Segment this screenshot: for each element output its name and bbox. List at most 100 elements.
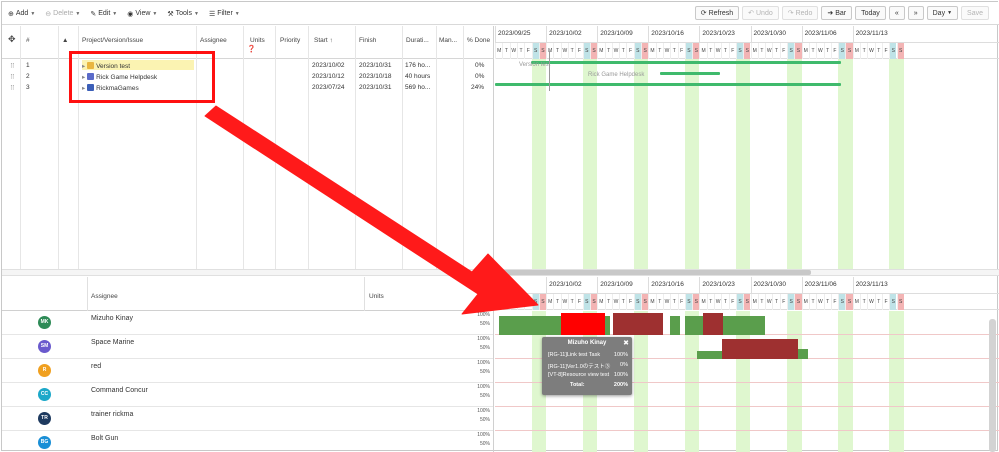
week-label: 2023/10/30 <box>753 30 787 37</box>
redo-button[interactable]: ↷ Redo <box>781 6 819 20</box>
col-done[interactable]: % Done <box>467 37 490 44</box>
tooltip-line: [RG-11]Link test Task 100% <box>548 352 628 358</box>
load-bar[interactable] <box>762 339 798 359</box>
tools-label: Tools <box>175 10 192 17</box>
gantt-chart[interactable]: 2023/09/25 2023/10/02 2023/10/09 2023/10/16… <box>495 26 999 269</box>
undo-icon: ↶ <box>748 10 754 17</box>
week-divider <box>852 277 854 294</box>
tooltip-total-value: 200% <box>613 382 628 388</box>
day-cell: M <box>801 294 809 310</box>
help-icon[interactable]: ❓ <box>247 45 256 53</box>
filter-menu-button[interactable]: ☰ Filter ▼ <box>209 7 240 20</box>
refresh-button[interactable]: ⟳ Refresh <box>694 6 740 20</box>
undo-button[interactable]: ↶ Undo <box>742 6 779 20</box>
resource-row[interactable]: Rred 100% 50% <box>2 359 493 383</box>
zoom-select[interactable]: Day ▼ <box>926 6 959 20</box>
avatar: MK <box>38 316 51 329</box>
day-cell: S <box>889 294 897 310</box>
resource-row[interactable]: CC Command Concur 100% 50% <box>2 383 493 407</box>
day-cell: T <box>706 294 714 310</box>
tools-menu-button[interactable]: ⚒ Tools ▼ <box>167 7 199 20</box>
day-cell: F <box>728 43 736 59</box>
prev-button[interactable]: « <box>888 6 905 20</box>
drag-handle-icon[interactable]: ⠿ <box>10 62 15 70</box>
day-cell: T <box>860 43 867 59</box>
refresh-label: Refresh <box>708 9 734 17</box>
drag-handle-icon[interactable]: ⠿ <box>10 73 15 81</box>
load-bar[interactable] <box>697 351 722 359</box>
weekend-column <box>735 59 751 269</box>
col-duration[interactable]: Durati... <box>406 37 429 44</box>
day-cell: T <box>502 294 509 310</box>
edit-menu-button[interactable]: ✎ Edit ▼ <box>90 7 117 20</box>
bar-button[interactable]: ➜ Bar <box>821 6 853 20</box>
col-start[interactable]: Start ↑ <box>314 37 333 44</box>
drag-handle-icon[interactable]: ⠿ <box>10 84 15 92</box>
col-manual[interactable]: Man... <box>439 37 457 44</box>
helpdesk-bar[interactable] <box>660 72 720 75</box>
view-menu-button[interactable]: ◉ View ▼ <box>127 7 157 20</box>
load-bar[interactable] <box>605 316 610 335</box>
avatar: BG <box>38 436 51 449</box>
redo-icon: ↷ <box>787 10 794 17</box>
day-cell: T <box>757 43 765 59</box>
col-units[interactable]: Units <box>250 37 265 44</box>
week-label: 2023/10/23 <box>702 281 735 288</box>
avatar: TR <box>38 412 51 425</box>
day-cell: T <box>568 43 575 59</box>
weekend-column <box>838 59 853 269</box>
col-finish[interactable]: Finish <box>359 37 376 44</box>
col-priority[interactable]: Priority <box>280 37 300 44</box>
horizontal-scrollbar[interactable] <box>495 270 811 275</box>
day-cell: S <box>735 294 744 310</box>
resource-row[interactable]: BG Bolt Gun 100% 50% <box>2 431 493 452</box>
load-bar[interactable] <box>703 313 723 335</box>
toolbar: ⊕ Add ▼ ⊖ Delete ▼ ✎ Edit ▼ ◉ View ▼ ⚒ Tools ▼ ☰ Fi… <box>2 2 999 25</box>
day-cell: S <box>641 294 649 310</box>
resource-row[interactable]: MK Mizuho Kinay 100% 50% <box>2 311 493 335</box>
day-cell: S <box>889 43 897 59</box>
col-num[interactable]: # <box>26 37 30 44</box>
resource-row[interactable]: TR trainer rickma 100% 50% <box>2 407 493 431</box>
rickmagames-bar[interactable] <box>495 83 841 86</box>
load-bar[interactable] <box>670 316 680 335</box>
day-cell: T <box>860 294 867 310</box>
delete-menu-button[interactable]: ⊖ Delete ▼ <box>45 7 80 20</box>
tooltip-line-value: 100% <box>613 352 628 358</box>
week-divider <box>852 26 854 43</box>
day-cell: M <box>750 294 758 310</box>
week-divider <box>546 26 548 43</box>
col-assignee[interactable]: Assignee <box>91 293 118 300</box>
save-button[interactable]: Save <box>961 6 989 20</box>
next-button[interactable]: » <box>907 6 924 20</box>
col-assignee[interactable]: Assignee <box>200 37 227 44</box>
arrow-right-icon: ➜ <box>827 10 834 17</box>
start-date: 2023/07/24 <box>312 84 345 91</box>
resource-row[interactable]: SM Space Marine 100% 50% <box>2 335 493 359</box>
load-bar[interactable] <box>561 313 605 335</box>
avatar: CC <box>38 388 51 401</box>
load-bar[interactable] <box>753 316 765 335</box>
chevron-down-icon: ▼ <box>234 10 240 17</box>
load-bar[interactable] <box>723 316 753 335</box>
vertical-scrollbar[interactable] <box>989 319 996 452</box>
col-project[interactable]: Project/Version/Issue <box>82 37 143 44</box>
day-cell: S <box>641 43 649 59</box>
day-cell: S <box>896 294 904 310</box>
today-button[interactable]: Today <box>855 6 886 20</box>
resource-grid-header: Assignee Units <box>2 277 493 311</box>
load-bar[interactable] <box>798 349 808 359</box>
load-bar[interactable] <box>499 316 561 335</box>
load-bar[interactable] <box>613 313 663 335</box>
version-test-bar[interactable] <box>531 61 841 64</box>
week-label: 2023/10/09 <box>600 30 633 37</box>
load-bar[interactable] <box>685 316 703 335</box>
col-units[interactable]: Units <box>369 293 384 300</box>
load-bar[interactable] <box>722 339 762 359</box>
close-icon[interactable]: ✖ <box>623 339 629 347</box>
add-menu-button[interactable]: ⊕ Add ▼ <box>8 7 35 20</box>
day-cell: F <box>881 294 889 310</box>
load-row-line <box>495 430 999 431</box>
finish-date: 2023/10/18 <box>359 73 392 80</box>
day-cell: S <box>582 294 590 310</box>
